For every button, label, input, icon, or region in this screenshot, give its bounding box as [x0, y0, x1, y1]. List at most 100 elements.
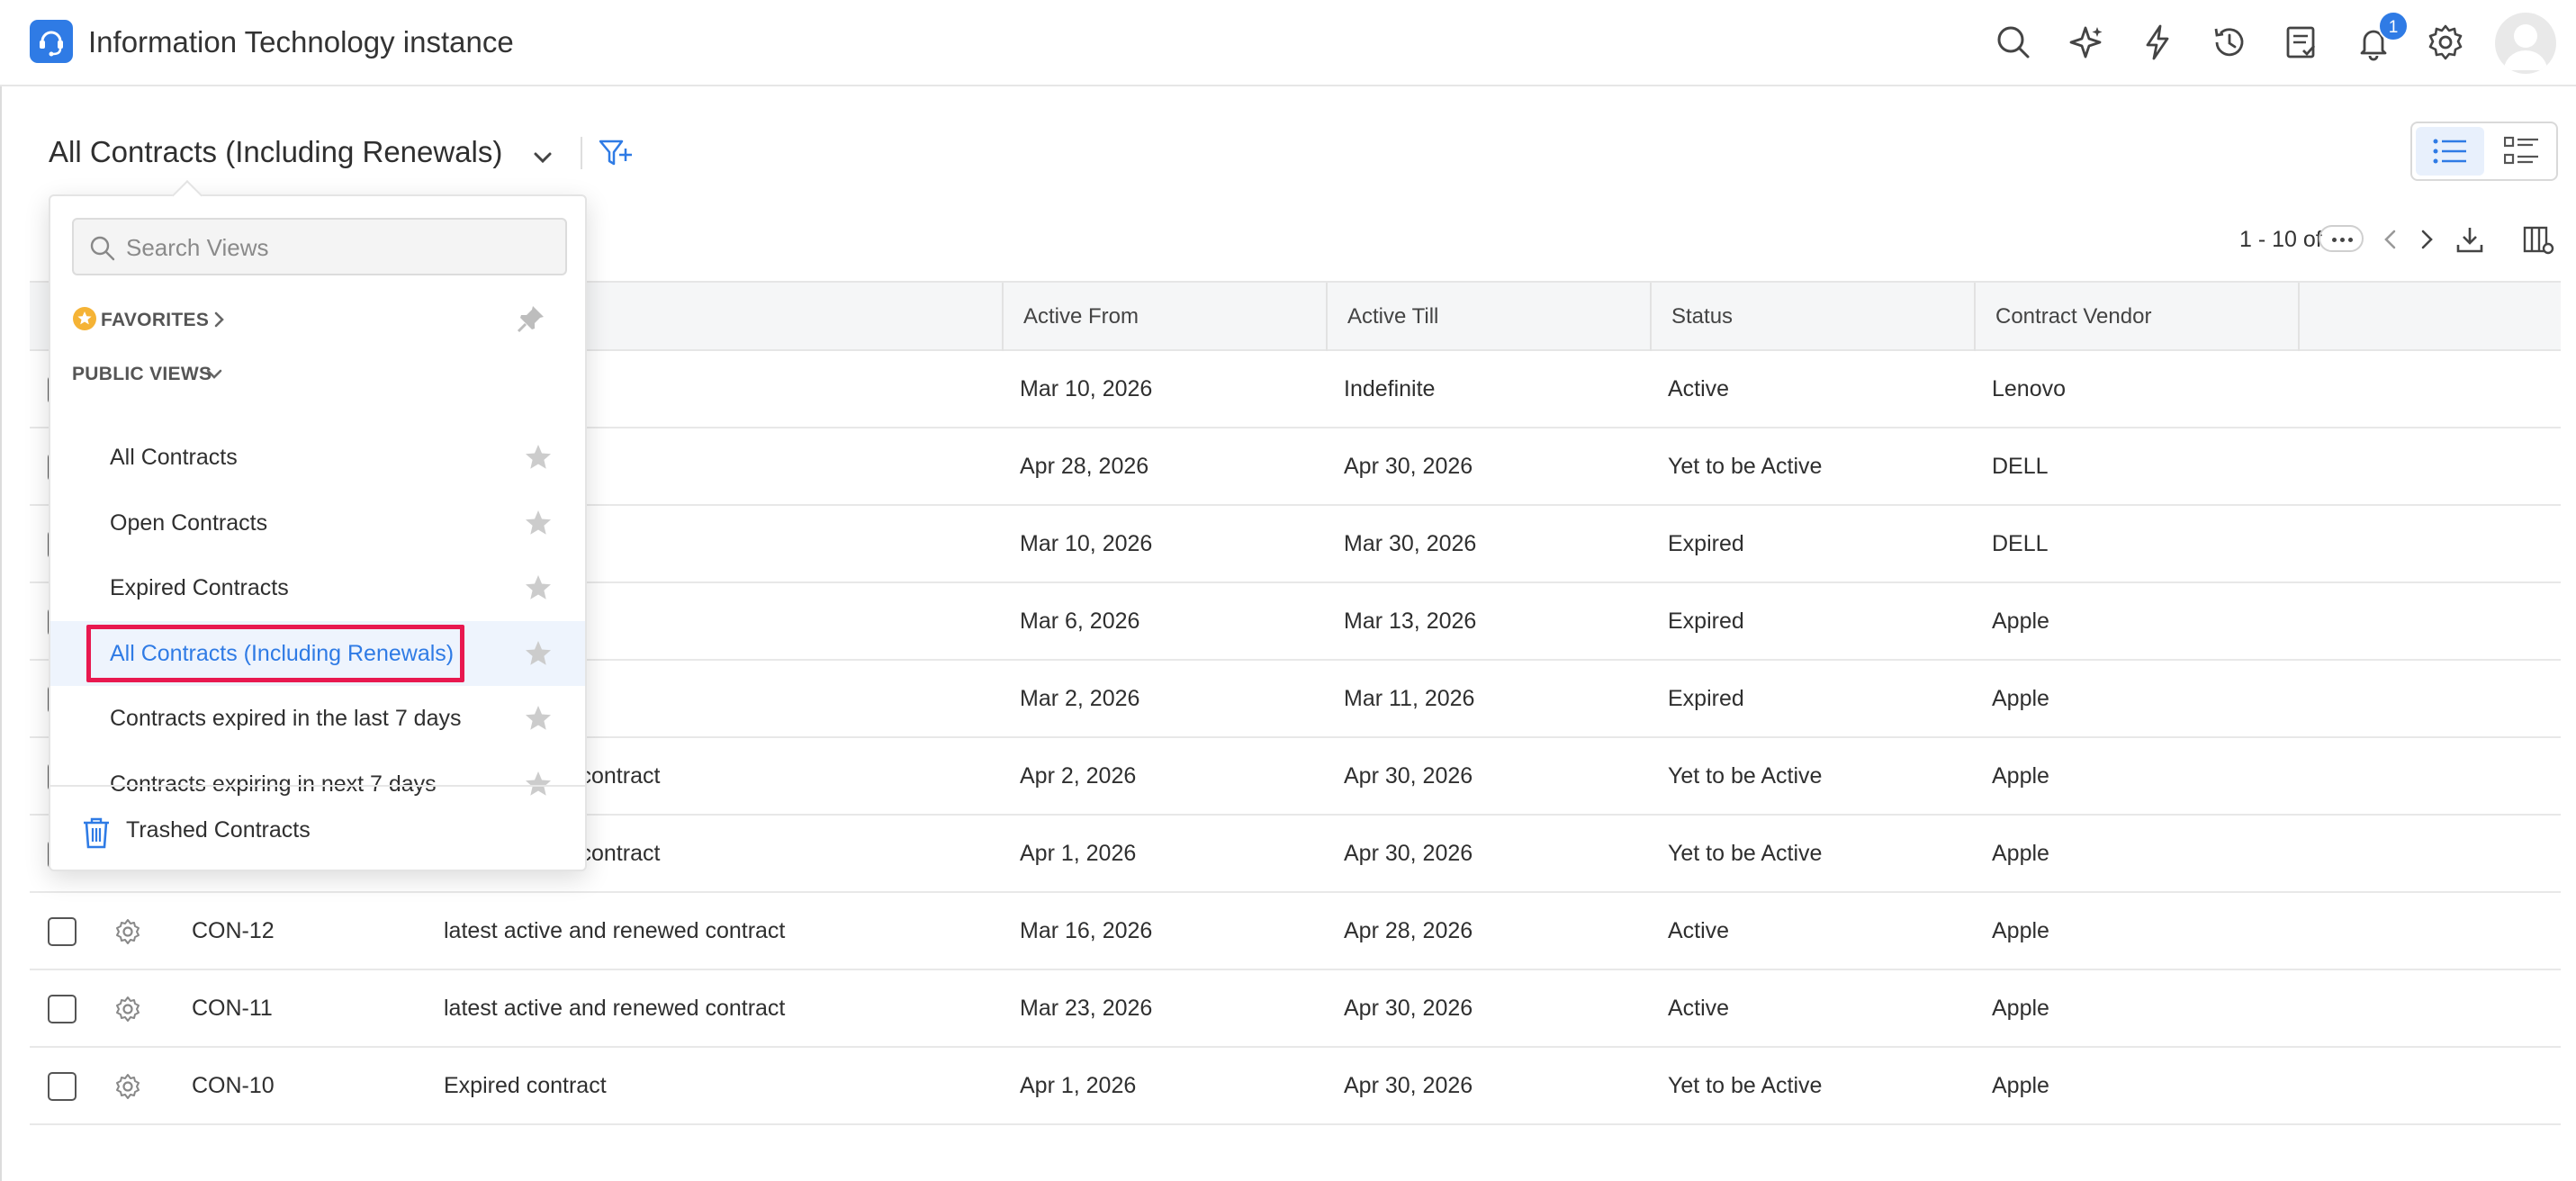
active-till: Apr 28, 2026: [1344, 918, 1473, 943]
favorite-star-icon[interactable]: [524, 509, 553, 537]
view-item[interactable]: All Contracts: [50, 425, 585, 490]
favorite-star-icon[interactable]: [524, 704, 553, 733]
lightning-icon[interactable]: [2135, 20, 2180, 65]
contract-id[interactable]: CON-10: [192, 1048, 275, 1123]
search-views-input[interactable]: [126, 229, 549, 266]
table-row[interactable]: CON-10 Expired contract Apr 1, 2026 Apr …: [30, 1048, 2561, 1125]
contract-vendor: Apple: [1992, 609, 2049, 634]
search-views-box[interactable]: [72, 218, 567, 275]
row-gear-icon[interactable]: [113, 1071, 143, 1102]
avatar[interactable]: [2495, 13, 2556, 74]
active-from: Mar 2, 2026: [1020, 686, 1140, 711]
status: Yet to be Active: [1668, 841, 1823, 866]
ai-sparkle-icon[interactable]: [2063, 20, 2108, 65]
trashed-contracts-link[interactable]: Trashed Contracts: [126, 817, 311, 843]
detail-view-icon[interactable]: [2488, 127, 2554, 176]
contract-id[interactable]: CON-12: [192, 893, 275, 969]
view-item[interactable]: Expired Contracts: [50, 555, 585, 620]
active-till: Apr 30, 2026: [1344, 841, 1473, 866]
view-selector[interactable]: All Contracts (Including Renewals): [49, 135, 502, 169]
favorite-star-icon[interactable]: [524, 639, 553, 668]
active-from: Mar 10, 2026: [1020, 531, 1153, 556]
history-icon[interactable]: [2207, 20, 2252, 65]
table-row[interactable]: CON-12 latest active and renewed contrac…: [30, 893, 2561, 970]
view-item[interactable]: Contracts expiring in next 7 days: [50, 752, 585, 816]
row-checkbox[interactable]: [48, 917, 77, 946]
contract-name[interactable]: Expired contract: [444, 1048, 607, 1123]
view-item[interactable]: Open Contracts: [50, 491, 585, 555]
divider: [581, 137, 582, 169]
row-checkbox[interactable]: [48, 995, 77, 1023]
column-header-status[interactable]: Status: [1650, 283, 1974, 351]
pin-icon[interactable]: [515, 302, 547, 335]
contract-vendor: Apple: [1992, 686, 2049, 711]
pagination-range: 1 - 10 of: [2239, 227, 2322, 252]
active-from: Mar 16, 2026: [1020, 918, 1153, 943]
gear-icon[interactable]: [2423, 20, 2468, 65]
row-gear-icon[interactable]: [113, 994, 143, 1024]
view-item-selected[interactable]: All Contracts (Including Renewals): [50, 621, 585, 686]
chevron-left-icon[interactable]: [2374, 223, 2407, 256]
row-checkbox[interactable]: [48, 1072, 77, 1101]
add-filter-icon[interactable]: [598, 137, 634, 171]
contract-vendor: DELL: [1992, 531, 2049, 556]
favorite-star-icon[interactable]: [524, 573, 553, 602]
highlight-box: [86, 625, 464, 682]
contract-vendor: Apple: [1992, 763, 2049, 789]
status: Expired: [1668, 609, 1744, 634]
view-item-label: Open Contracts: [110, 510, 268, 536]
notification-badge[interactable]: 1: [2378, 11, 2409, 41]
chevron-right-icon[interactable]: [2410, 223, 2443, 256]
active-from: Mar 10, 2026: [1020, 376, 1153, 401]
more-icon[interactable]: [2319, 225, 2364, 252]
view-item-label: Contracts expired in the last 7 days: [110, 706, 462, 731]
app-title: Information Technology instance: [88, 25, 514, 59]
column-settings-icon[interactable]: [2522, 223, 2554, 256]
task-icon[interactable]: [2279, 20, 2324, 65]
contract-id[interactable]: CON-11: [192, 970, 273, 1046]
chevron-down-icon[interactable]: [529, 144, 556, 171]
favorite-star-icon[interactable]: [524, 443, 553, 472]
favorites-label[interactable]: FAVORITES: [101, 310, 209, 331]
active-till: Apr 30, 2026: [1344, 1073, 1473, 1098]
chevron-down-icon[interactable]: [203, 364, 225, 385]
status: Yet to be Active: [1668, 763, 1823, 789]
contract-vendor: DELL: [1992, 454, 2049, 479]
search-icon: [90, 236, 115, 261]
favorite-star-icon[interactable]: [524, 770, 553, 798]
download-icon[interactable]: [2454, 223, 2486, 256]
app-logo-icon[interactable]: [30, 20, 73, 63]
status: Expired: [1668, 531, 1744, 556]
active-from: Mar 6, 2026: [1020, 609, 1140, 634]
status: Active: [1668, 918, 1730, 943]
trash-icon[interactable]: [81, 816, 112, 850]
active-till: Indefinite: [1344, 376, 1436, 401]
view-item[interactable]: Contracts expired in the last 7 days: [50, 686, 585, 751]
contract-vendor: Apple: [1992, 918, 2049, 943]
view-item-label: Contracts expiring in next 7 days: [110, 771, 437, 797]
status: Yet to be Active: [1668, 1073, 1823, 1098]
contract-name[interactable]: latest active and renewed contract: [444, 893, 785, 969]
column-header-contract-vendor[interactable]: Contract Vendor: [1974, 283, 2298, 351]
column-header-active-till[interactable]: Active Till: [1326, 283, 1650, 351]
list-view-icon[interactable]: [2416, 127, 2484, 176]
contract-vendor: Lenovo: [1992, 376, 2067, 401]
chevron-right-icon[interactable]: [209, 310, 229, 329]
active-from: Apr 28, 2026: [1020, 454, 1149, 479]
row-gear-icon[interactable]: [113, 916, 143, 947]
view-item-label: Expired Contracts: [110, 575, 289, 600]
contract-name[interactable]: latest active and renewed contract: [444, 970, 785, 1046]
dropdown-pointer: [172, 180, 203, 211]
table-row[interactable]: CON-11 latest active and renewed contrac…: [30, 970, 2561, 1048]
view-toggle: [2410, 122, 2558, 181]
active-till: Mar 30, 2026: [1344, 531, 1477, 556]
status: Active: [1668, 996, 1730, 1021]
public-views-label[interactable]: PUBLIC VIEWS: [72, 364, 212, 385]
active-till: Apr 30, 2026: [1344, 763, 1473, 789]
views-dropdown: FAVORITES PUBLIC VIEWS All Contracts Ope…: [49, 180, 587, 871]
active-from: Mar 23, 2026: [1020, 996, 1153, 1021]
column-header-active-from[interactable]: Active From: [1002, 283, 1326, 351]
active-till: Apr 30, 2026: [1344, 454, 1473, 479]
search-icon[interactable]: [1991, 20, 2036, 65]
active-from: Apr 2, 2026: [1020, 763, 1137, 789]
